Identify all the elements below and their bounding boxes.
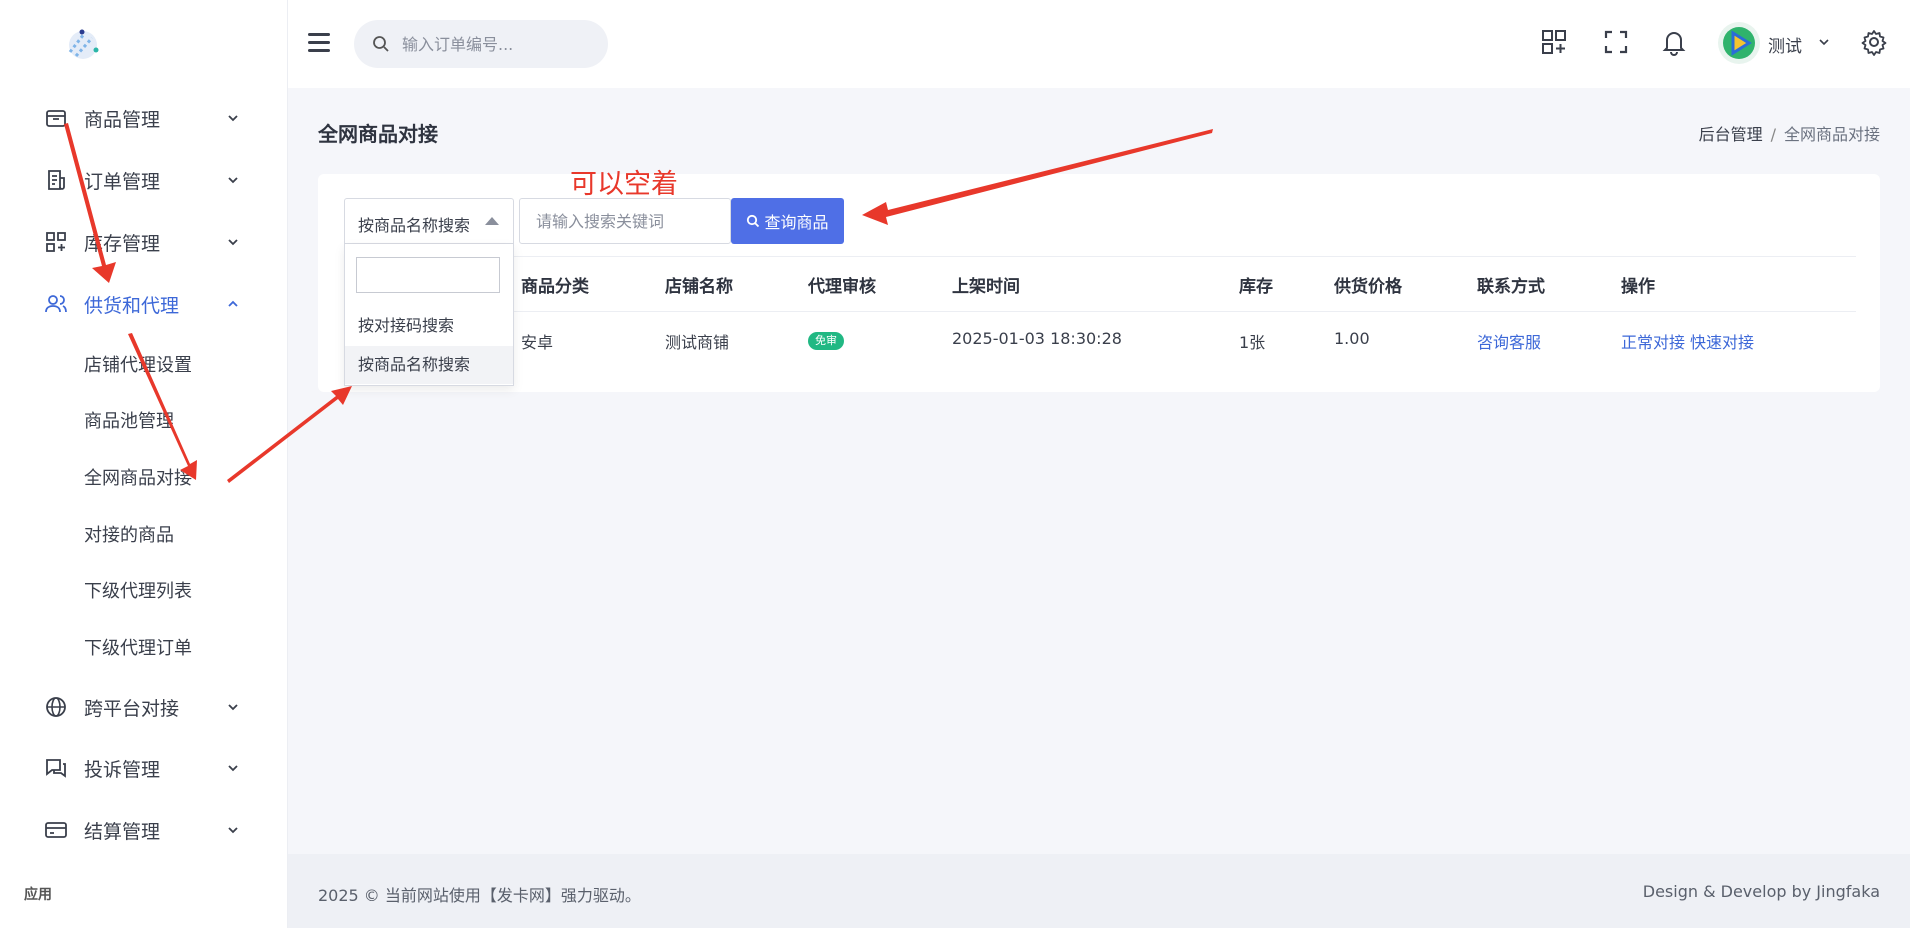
col-header-time: 上架时间 xyxy=(952,277,1020,297)
cell-stock: 1张 xyxy=(1239,333,1266,352)
query-button-label: 查询商品 xyxy=(764,213,829,232)
audit-badge: 免审 xyxy=(808,332,844,350)
app-root: 商品管理 订单管理 库存管理 供货和代理 店铺代理设置 商品池管理 全网商品对接… xyxy=(0,0,1910,928)
search-type-dropdown: 按对接码搜索 按商品名称搜索 xyxy=(344,244,514,386)
sidebar-group-supply[interactable]: 供货和代理 xyxy=(0,278,288,330)
topbar: 测试 xyxy=(288,0,1910,88)
sidebar-group-cross-platform[interactable]: 跨平台对接 xyxy=(0,681,288,733)
sidebar-item-docked-products[interactable]: 对接的商品 xyxy=(84,521,174,551)
order-search-input[interactable] xyxy=(402,28,592,60)
apps-icon[interactable] xyxy=(1540,28,1568,56)
sidebar-group-inventory[interactable]: 库存管理 xyxy=(0,216,288,268)
page-title: 全网商品对接 xyxy=(318,122,438,146)
contact-service-link[interactable]: 咨询客服 xyxy=(1477,329,1541,353)
sidebar: 商品管理 订单管理 库存管理 供货和代理 店铺代理设置 商品池管理 全网商品对接… xyxy=(0,0,288,928)
breadcrumb-home[interactable]: 后台管理 xyxy=(1699,125,1763,144)
sidebar-footer-label: 应用 xyxy=(24,887,52,903)
cell-shop: 测试商铺 xyxy=(665,333,730,352)
option-by-name[interactable]: 按商品名称搜索 xyxy=(345,346,513,384)
dropdown-search-input[interactable] xyxy=(356,257,500,293)
col-header-stock: 库存 xyxy=(1239,277,1273,297)
play-logo-icon xyxy=(1723,27,1755,59)
gear-icon[interactable] xyxy=(1860,28,1888,56)
sidebar-item-product-pool[interactable]: 商品池管理 xyxy=(84,407,174,437)
annotation-text: 可以空着 xyxy=(570,169,678,200)
keyword-input[interactable] xyxy=(519,198,731,244)
order-search xyxy=(354,20,608,68)
sidebar-group-label: 商品管理 xyxy=(84,108,161,131)
chevron-down-icon[interactable] xyxy=(1818,36,1830,48)
fast-docking-link[interactable]: 快速对接 xyxy=(1690,329,1754,353)
cell-category: 安卓 xyxy=(521,333,554,352)
card-icon xyxy=(45,822,67,838)
sidebar-group-label: 订单管理 xyxy=(84,170,161,193)
users-icon xyxy=(45,295,67,313)
chevron-down-icon xyxy=(228,765,238,772)
sidebar-item-network-docking[interactable]: 全网商品对接 xyxy=(84,464,192,494)
sidebar-group-label: 库存管理 xyxy=(84,232,161,255)
sidebar-group-label: 供货和代理 xyxy=(84,294,180,317)
chevron-down-icon xyxy=(228,239,238,246)
query-button[interactable]: 查询商品 xyxy=(731,198,844,244)
col-header-action: 操作 xyxy=(1621,277,1655,297)
footer: 2025 © 当前网站使用【发卡网】强力驱动。 Design & Develop… xyxy=(288,854,1910,928)
logo-icon[interactable] xyxy=(60,22,106,68)
breadcrumb: 后台管理 / 全网商品对接 xyxy=(1698,125,1880,144)
chevron-down-icon xyxy=(228,115,238,122)
col-header-category: 商品分类 xyxy=(521,277,589,297)
receipt-icon xyxy=(48,170,65,190)
col-header-price: 供货价格 xyxy=(1334,277,1402,297)
search-icon xyxy=(373,36,389,52)
cell-time: 2025-01-03 18:30:28 xyxy=(952,329,1122,348)
username[interactable]: 测试 xyxy=(1768,32,1802,57)
col-header-contact: 联系方式 xyxy=(1477,277,1545,297)
table-row-divider xyxy=(514,311,1856,312)
bell-icon[interactable] xyxy=(1660,28,1688,56)
box-icon xyxy=(46,110,66,127)
chevron-down-icon xyxy=(228,177,238,184)
sidebar-group-order[interactable]: 订单管理 xyxy=(0,154,288,206)
col-header-audit: 代理审核 xyxy=(808,277,876,297)
sidebar-group-label: 投诉管理 xyxy=(84,758,161,781)
breadcrumb-current: 全网商品对接 xyxy=(1783,125,1880,144)
chevron-down-icon xyxy=(228,827,238,834)
caret-up-icon xyxy=(485,217,499,225)
chat-icon xyxy=(46,759,66,778)
globe-icon xyxy=(46,697,66,717)
sidebar-group-complaint[interactable]: 投诉管理 xyxy=(0,742,288,794)
sidebar-group-product[interactable]: 商品管理 xyxy=(0,92,288,144)
sidebar-group-settlement[interactable]: 结算管理 xyxy=(0,804,288,856)
search-icon xyxy=(747,214,760,228)
footer-credit: Design & Develop by Jingfaka xyxy=(1642,882,1880,901)
sidebar-item-shop-agent-settings[interactable]: 店铺代理设置 xyxy=(84,351,192,381)
sidebar-group-label: 结算管理 xyxy=(84,820,161,843)
cell-price: 1.00 xyxy=(1334,329,1370,348)
search-type-select[interactable]: 按商品名称搜索 xyxy=(344,198,514,244)
avatar[interactable] xyxy=(1718,22,1760,64)
chevron-up-icon xyxy=(228,300,238,307)
divider xyxy=(344,256,1856,257)
col-header-shop: 店铺名称 xyxy=(665,277,733,297)
option-by-code[interactable]: 按对接码搜索 xyxy=(345,307,513,345)
footer-copyright: 2025 © 当前网站使用【发卡网】强力驱动。 xyxy=(318,886,641,905)
sidebar-item-sub-agent-list[interactable]: 下级代理列表 xyxy=(84,577,192,607)
chevron-down-icon xyxy=(228,704,238,711)
menu-toggle-icon[interactable] xyxy=(308,33,330,53)
sidebar-group-label: 跨平台对接 xyxy=(84,697,180,720)
normal-docking-link[interactable]: 正常对接 xyxy=(1621,329,1685,353)
fullscreen-icon[interactable] xyxy=(1602,28,1630,56)
search-type-value: 按商品名称搜索 xyxy=(358,216,471,235)
sidebar-item-sub-agent-orders[interactable]: 下级代理订单 xyxy=(84,634,192,664)
grid-plus-icon xyxy=(46,232,66,252)
